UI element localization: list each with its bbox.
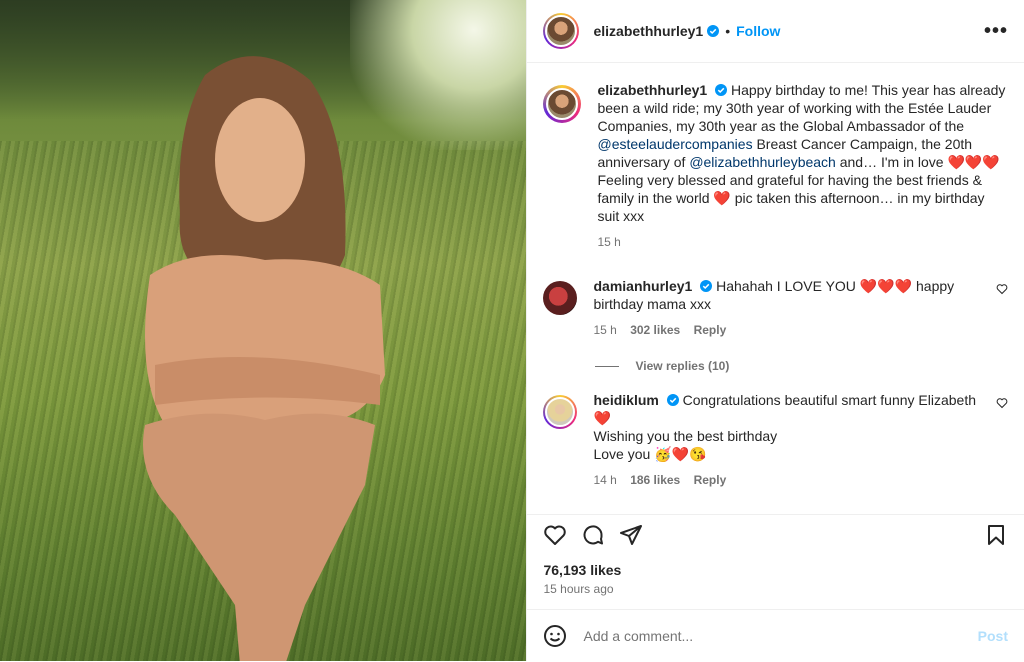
comment-text: Congratulations beautiful smart funny El… <box>682 392 977 408</box>
caption-avatar[interactable] <box>543 85 582 123</box>
comment-icon[interactable] <box>581 523 605 547</box>
comment-text: Wishing you the best birthday <box>593 428 778 444</box>
follow-button[interactable]: Follow <box>736 23 780 39</box>
comment-meta: 15 h 302 likes Reply <box>593 321 988 339</box>
comment-time[interactable]: 14 h <box>593 473 616 487</box>
comment-item: damianhurley1 Hahahah I LOVE YOU ❤️❤️❤️ … <box>543 277 1008 339</box>
comment-item: heidiklum Congratulations beautiful smar… <box>543 391 1008 489</box>
comment-likes[interactable]: 186 likes <box>630 473 680 487</box>
comment-text: Hahahah I LOVE YOU <box>716 278 860 294</box>
save-icon[interactable] <box>984 523 1008 547</box>
verified-badge-icon <box>707 25 720 37</box>
comment-text: Love you <box>593 446 655 462</box>
author-username[interactable]: elizabethhurley1 <box>593 23 703 39</box>
view-replies-label: View replies (10) <box>635 359 730 373</box>
caption-meta: 15 h <box>597 233 1008 251</box>
verified-badge-icon <box>666 394 679 406</box>
comment-time[interactable]: 15 h <box>593 323 616 337</box>
comments-section: elizabethhurley1 Happy birthday to me! T… <box>527 63 1024 515</box>
caption-text: and… I'm in love <box>835 154 948 170</box>
comment-meta: 14 h 186 likes Reply <box>593 471 988 489</box>
view-replies-line <box>595 365 620 367</box>
post-sidebar: elizabethhurley1 • Follow ••• elizabethh… <box>526 0 1024 661</box>
verified-badge-icon <box>700 280 713 292</box>
heart-emoji: ❤️ <box>593 410 611 426</box>
comment-like-icon[interactable] <box>996 397 1008 409</box>
photo-subject <box>143 56 385 661</box>
commenter-avatar[interactable] <box>543 281 578 315</box>
commenter-avatar[interactable] <box>543 395 578 429</box>
commenter-username[interactable]: damianhurley1 <box>593 278 692 294</box>
mention-link[interactable]: @esteelaudercompanies <box>597 136 752 152</box>
post-timestamp[interactable]: 15 hours ago <box>543 582 613 596</box>
comment-body: damianhurley1 Hahahah I LOVE YOU ❤️❤️❤️ … <box>593 277 988 339</box>
more-options-icon[interactable]: ••• <box>984 20 1008 43</box>
post-comment-button[interactable]: Post <box>978 628 1008 644</box>
mention-link[interactable]: @elizabethhurleybeach <box>689 154 836 170</box>
post-photo[interactable] <box>0 0 527 661</box>
verified-badge-icon <box>715 84 728 96</box>
add-comment-bar: Post <box>527 609 1024 662</box>
caption-username[interactable]: elizabethhurley1 <box>597 82 707 98</box>
author-avatar[interactable] <box>543 13 580 49</box>
emoji-group: 🥳❤️😘 <box>654 446 707 462</box>
caption: elizabethhurley1 Happy birthday to me! T… <box>543 81 1008 251</box>
caption-time[interactable]: 15 h <box>597 235 620 249</box>
author-avatar-image <box>545 15 578 47</box>
heart-emoji: ❤️❤️❤️ <box>947 154 1000 170</box>
commenter-username[interactable]: heidiklum <box>593 392 658 408</box>
heart-emoji: ❤️ <box>713 190 731 206</box>
comment-like-icon[interactable] <box>996 283 1008 295</box>
like-icon[interactable] <box>543 523 567 547</box>
caption-avatar-image <box>546 88 579 120</box>
separator-dot: • <box>725 23 731 39</box>
view-replies-button[interactable]: View replies (10) <box>595 359 1008 373</box>
reply-button[interactable]: Reply <box>694 473 727 487</box>
caption-body: elizabethhurley1 Happy birthday to me! T… <box>597 81 1008 251</box>
comment-input[interactable] <box>581 627 978 645</box>
comment-likes[interactable]: 302 likes <box>630 323 680 337</box>
post-header: elizabethhurley1 • Follow ••• <box>527 0 1024 63</box>
likes-count[interactable]: 76,193 likes <box>543 562 621 578</box>
reply-button[interactable]: Reply <box>694 323 727 337</box>
share-icon[interactable] <box>619 523 643 547</box>
commenter-avatar-image <box>545 397 576 427</box>
action-bar <box>527 514 1024 555</box>
comment-body: heidiklum Congratulations beautiful smar… <box>593 391 988 489</box>
emoji-icon[interactable] <box>543 624 567 648</box>
heart-emoji: ❤️❤️❤️ <box>859 278 913 294</box>
